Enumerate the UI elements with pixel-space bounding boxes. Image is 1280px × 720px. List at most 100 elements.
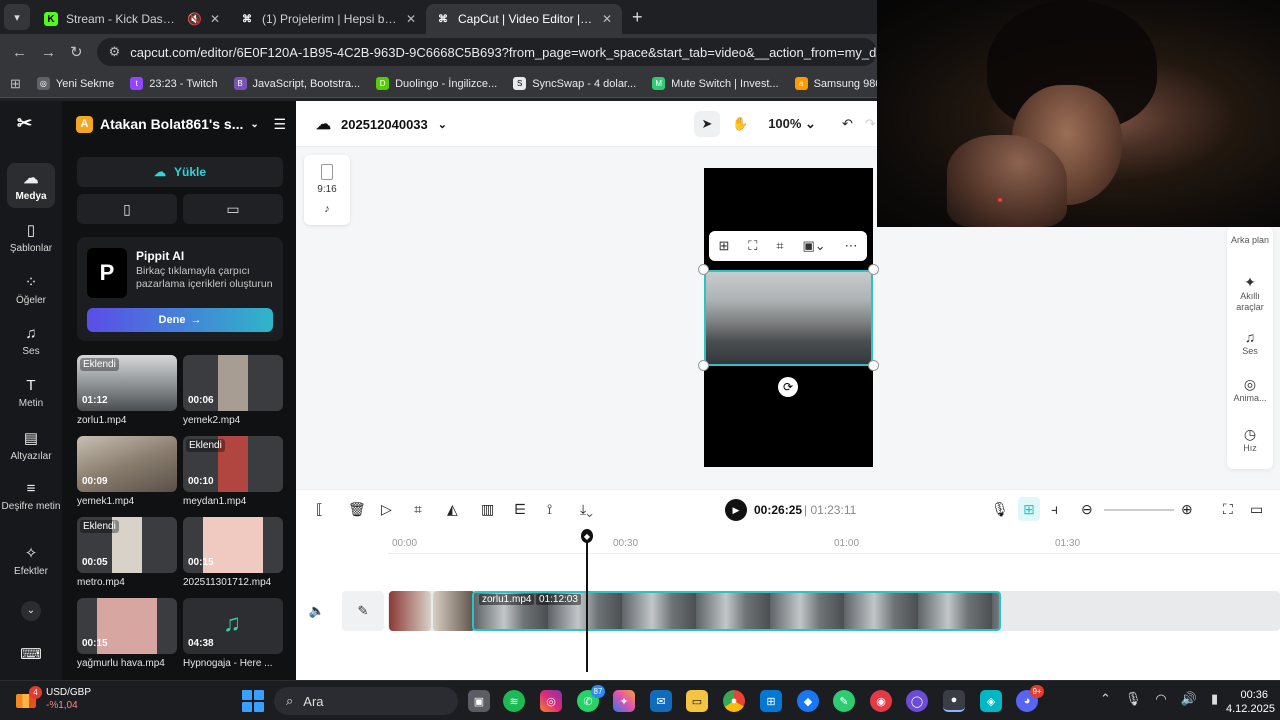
adjust-icon[interactable]: ⋿: [514, 501, 526, 518]
nav-item-effects[interactable]: ✧ Efektler: [0, 544, 62, 577]
playhead-handle[interactable]: ◆: [581, 529, 593, 543]
apps-grid-icon[interactable]: ⊞: [10, 76, 21, 92]
zoom-in-icon[interactable]: ⊕: [1181, 501, 1193, 518]
bookmark-item[interactable]: ◎ Yeni Sekme: [36, 77, 114, 90]
taskbar-search[interactable]: ⌕ Ara: [274, 687, 458, 715]
app-icon[interactable]: ◯: [906, 690, 928, 712]
bookmark-item[interactable]: t 23:23 - Twitch: [130, 77, 218, 90]
nav-item-media[interactable]: ☁ Medya: [7, 163, 55, 208]
freeze-icon[interactable]: ▥: [481, 501, 494, 518]
task-view-icon[interactable]: ▣: [468, 690, 490, 712]
replace-image-icon[interactable]: ⊞: [718, 238, 729, 254]
zoom-slider[interactable]: [1104, 509, 1174, 511]
url-field[interactable]: ⚙ capcut.com/editor/6E0F120A-1B95-4C2B-9…: [96, 38, 877, 66]
project-title[interactable]: ☁ 202512040033 ⌄: [316, 115, 447, 133]
zoom-out-icon[interactable]: ⊖: [1081, 501, 1093, 518]
fit-frame-icon[interactable]: ⛶: [748, 238, 757, 254]
split-icon[interactable]: ⟦: [316, 501, 323, 518]
selected-video-clip[interactable]: [704, 270, 873, 366]
resize-handle-bl[interactable]: [698, 360, 709, 371]
tool-background[interactable]: Arka plan: [1227, 235, 1273, 246]
whatsapp-icon[interactable]: ✆ 87: [577, 685, 605, 712]
media-item[interactable]: 00:15 yağmurlu hava.mp4: [77, 598, 177, 669]
volume-icon[interactable]: 🔊: [1181, 691, 1197, 707]
copilot-icon[interactable]: ✦: [613, 690, 635, 712]
chrome-active-icon[interactable]: ●: [943, 690, 965, 712]
pippit-try-button[interactable]: Dene →: [87, 308, 273, 332]
aspect-ratio-card[interactable]: 9:16 ♪: [304, 155, 350, 225]
file-explorer-icon[interactable]: ▭: [686, 690, 708, 712]
track-mute-button[interactable]: 🔈: [296, 591, 338, 631]
tool-audio[interactable]: ♫ Ses: [1227, 330, 1273, 357]
collapse-panel-icon[interactable]: ☰: [273, 116, 286, 133]
delete-icon[interactable]: 🗑: [348, 501, 366, 518]
media-item[interactable]: ♫ 04:38 Hypnogaja - Here ...: [183, 598, 283, 669]
forward-icon[interactable]: →: [41, 44, 56, 61]
media-item[interactable]: Eklendi 00:05 metro.mp4: [77, 517, 177, 588]
timeline-clip[interactable]: [389, 591, 431, 631]
more-options-icon[interactable]: ⋯: [845, 238, 858, 254]
tab-projects[interactable]: ⌘ (1) Projelerim | Hepsi bir arada ✕: [230, 4, 426, 34]
playhead[interactable]: [586, 530, 588, 672]
app-icon[interactable]: ◈: [980, 690, 1002, 712]
tab-close-icon[interactable]: ✕: [406, 12, 416, 26]
tab-kick-dashboard[interactable]: K Stream - Kick Dashboard 🔇 ✕: [34, 4, 230, 34]
bookmark-item[interactable]: S SyncSwap - 4 dolar...: [513, 77, 636, 90]
select-pointer-icon[interactable]: ➤: [694, 111, 720, 137]
chevron-up-icon[interactable]: ⌃: [1100, 691, 1111, 707]
outlook-icon[interactable]: ✉: [650, 690, 672, 712]
tool-animation[interactable]: ◎ Anima...: [1227, 377, 1273, 404]
resize-handle-br[interactable]: [868, 360, 879, 371]
nav-item-transcript[interactable]: ≡ Deşifre metin: [0, 480, 62, 512]
zoom-select[interactable]: 100% ⌄: [768, 116, 816, 132]
back-icon[interactable]: ←: [12, 44, 27, 61]
crop-icon[interactable]: ⌗: [776, 238, 783, 254]
media-item[interactable]: 00:15 202511301712.mp4: [183, 517, 283, 588]
phone-upload-button[interactable]: ▯: [77, 194, 177, 224]
layout-icon[interactable]: ▣⌄: [802, 238, 825, 254]
app-icon[interactable]: ✎: [833, 690, 855, 712]
crop-icon[interactable]: ⌗: [414, 501, 422, 518]
nav-item-templates[interactable]: ▯ Şablonlar: [0, 221, 62, 254]
resize-handle-tl[interactable]: [698, 264, 709, 275]
nav-item-audio[interactable]: ♫ Ses: [0, 325, 62, 357]
start-button[interactable]: [242, 690, 264, 712]
rotate-icon[interactable]: ⟳: [778, 377, 798, 397]
tab-close-icon[interactable]: ✕: [602, 12, 612, 26]
bookmark-item[interactable]: M Mute Switch | Invest...: [652, 77, 779, 90]
track-edit-button[interactable]: ✎: [342, 591, 384, 631]
tab-close-icon[interactable]: ✕: [210, 12, 220, 26]
timeline-ruler[interactable]: [388, 553, 1280, 554]
reload-icon[interactable]: ↻: [70, 43, 83, 61]
screen-record-button[interactable]: ▭: [183, 194, 283, 224]
tool-smart-tools[interactable]: ✦ Akıllı araçlar: [1227, 275, 1273, 313]
nav-item-text[interactable]: T Metin: [0, 377, 62, 409]
media-item[interactable]: Eklendi 01:12 zorlu1.mp4: [77, 355, 177, 426]
microphone-icon[interactable]: 🎙: [1125, 691, 1142, 707]
bookmark-item[interactable]: B JavaScript, Bootstra...: [233, 77, 360, 90]
hand-pan-icon[interactable]: ✋: [732, 116, 748, 132]
discord-icon[interactable]: ◕ 9+: [1016, 685, 1044, 712]
capcut-logo-icon[interactable]: ✂: [17, 113, 45, 137]
tab-mute-icon[interactable]: 🔇: [187, 12, 202, 26]
monitor-icon[interactable]: ▭: [1250, 501, 1263, 518]
workspace-selector[interactable]: A Atakan Bolat861's s... ⌄ ☰: [76, 113, 286, 135]
wifi-icon[interactable]: ◠: [1155, 691, 1166, 707]
fullscreen-icon[interactable]: ⛶: [1223, 501, 1233, 518]
tab-search-menu-button[interactable]: ▾: [4, 4, 30, 30]
nav-keyboard-button[interactable]: ⌨: [0, 645, 62, 667]
store-icon[interactable]: ⊞: [760, 690, 782, 712]
magnet-snap-icon[interactable]: ⊞: [1018, 497, 1040, 521]
play-button[interactable]: ▶: [725, 499, 747, 521]
microphone-icon[interactable]: 🎙: [991, 501, 1009, 518]
new-tab-button[interactable]: +: [622, 7, 653, 34]
split-audio-icon[interactable]: ⟟: [547, 501, 552, 518]
selected-timeline-clip[interactable]: zorlu1.mp4 01:12:03: [472, 591, 1001, 631]
bookmark-item[interactable]: a Samsung 980 PRO...: [794, 77, 877, 90]
spotify-icon[interactable]: ≋: [503, 690, 525, 712]
system-clock[interactable]: 00:36 4.12.2025: [1226, 688, 1275, 716]
nav-more-button[interactable]: ⌄: [0, 601, 62, 625]
download-icon[interactable]: ⤓⌄: [580, 501, 593, 518]
nav-item-elements[interactable]: ⁘ Öğeler: [0, 273, 62, 306]
link-icon[interactable]: ⫞: [1051, 501, 1058, 518]
